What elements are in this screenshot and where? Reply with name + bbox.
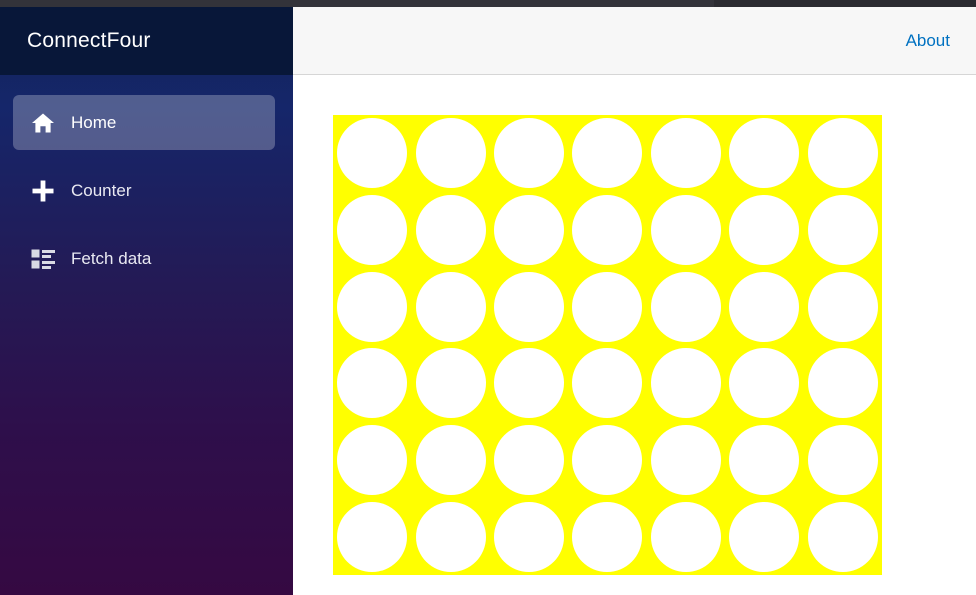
board-cell[interactable] <box>729 424 800 495</box>
board-cell[interactable] <box>807 348 878 419</box>
board-cell[interactable] <box>650 424 721 495</box>
board-cell[interactable] <box>337 194 408 265</box>
board-cell[interactable] <box>729 348 800 419</box>
sidebar: ConnectFour Home Counter Fetch data <box>0 0 293 595</box>
sidebar-item-label: Counter <box>71 180 132 200</box>
board-cell[interactable] <box>415 118 486 189</box>
board-cell[interactable] <box>337 424 408 495</box>
board-cell[interactable] <box>729 501 800 572</box>
board-cell[interactable] <box>337 118 408 189</box>
board-cell[interactable] <box>650 501 721 572</box>
browser-chrome-strip <box>0 0 976 7</box>
board-cell[interactable] <box>572 424 643 495</box>
board-cell[interactable] <box>572 501 643 572</box>
connect-four-board[interactable] <box>333 115 882 575</box>
app-window: ConnectFour Home Counter Fetch data Abou… <box>0 0 976 595</box>
board-cell[interactable] <box>729 194 800 265</box>
board-cell[interactable] <box>494 501 565 572</box>
board-cell[interactable] <box>572 271 643 342</box>
board-cell[interactable] <box>415 424 486 495</box>
sidebar-item-fetch-data[interactable]: Fetch data <box>13 231 275 286</box>
board-cell[interactable] <box>650 271 721 342</box>
sidebar-nav-list: Home Counter Fetch data <box>0 95 293 299</box>
board-cell[interactable] <box>650 348 721 419</box>
board-cell[interactable] <box>337 271 408 342</box>
board-cell[interactable] <box>415 271 486 342</box>
sidebar-item-home[interactable]: Home <box>13 95 275 150</box>
about-link[interactable]: About <box>906 31 950 51</box>
board-cell[interactable] <box>337 348 408 419</box>
board-cell[interactable] <box>494 348 565 419</box>
top-row: About <box>293 7 976 75</box>
page-content <box>293 75 976 594</box>
board-cell[interactable] <box>729 271 800 342</box>
main-area: About <box>293 0 976 595</box>
board-cell[interactable] <box>807 271 878 342</box>
board-cell[interactable] <box>572 194 643 265</box>
board-cell[interactable] <box>494 194 565 265</box>
plus-icon <box>30 178 56 204</box>
board-cell[interactable] <box>807 424 878 495</box>
board-cell[interactable] <box>415 194 486 265</box>
board-cell[interactable] <box>807 194 878 265</box>
board-cell[interactable] <box>415 501 486 572</box>
board-cell[interactable] <box>415 348 486 419</box>
board-cell[interactable] <box>572 118 643 189</box>
home-icon <box>30 110 56 136</box>
list-rich-icon <box>30 246 56 272</box>
board-cell[interactable] <box>494 118 565 189</box>
board-cell[interactable] <box>494 271 565 342</box>
app-title: ConnectFour <box>27 29 151 52</box>
board-cell[interactable] <box>494 424 565 495</box>
board-cell[interactable] <box>650 194 721 265</box>
board-cell[interactable] <box>807 118 878 189</box>
board-cell[interactable] <box>337 501 408 572</box>
sidebar-brand[interactable]: ConnectFour <box>0 7 293 75</box>
board-cell[interactable] <box>572 348 643 419</box>
browser-tab-strip <box>0 0 714 7</box>
sidebar-item-counter[interactable]: Counter <box>13 163 275 218</box>
board-cell[interactable] <box>729 118 800 189</box>
board-cell[interactable] <box>650 118 721 189</box>
sidebar-item-label: Home <box>71 112 117 132</box>
sidebar-item-label: Fetch data <box>71 248 152 268</box>
board-cell[interactable] <box>807 501 878 572</box>
